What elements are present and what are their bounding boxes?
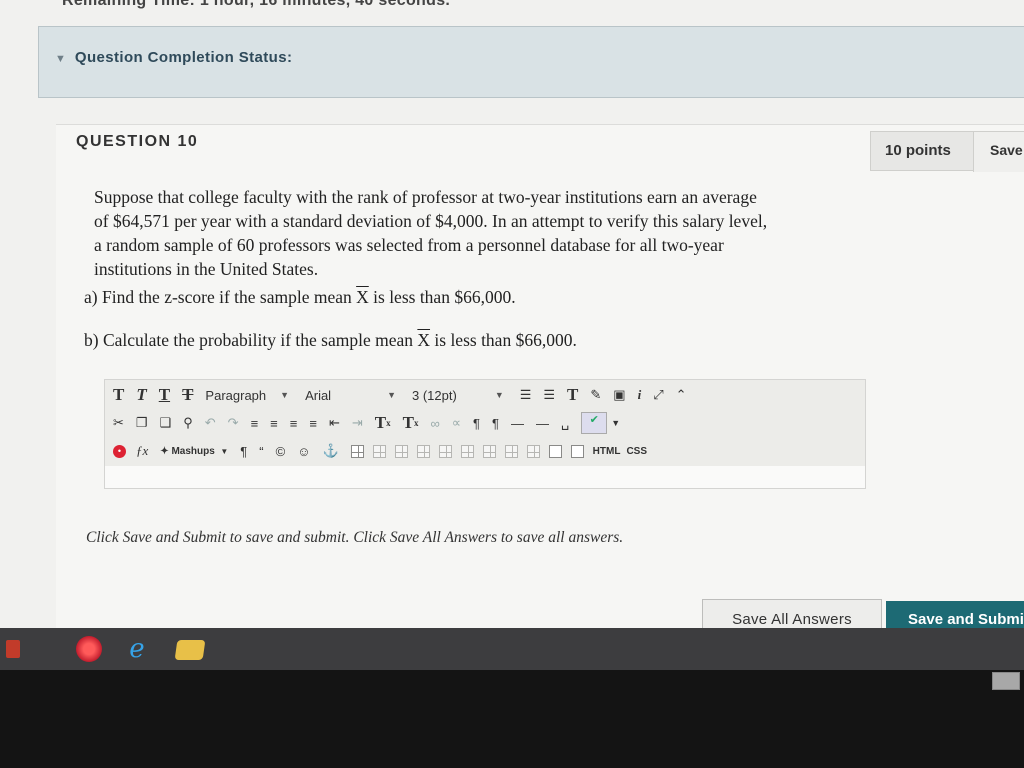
- insert-row-after-icon[interactable]: [438, 444, 452, 458]
- align-center-icon[interactable]: ≡: [270, 412, 278, 434]
- text-color-icon[interactable]: T: [567, 384, 578, 406]
- text-underline-icon[interactable]: T: [159, 384, 170, 406]
- question-part-b: b) Calculate the probability if the samp…: [84, 330, 577, 350]
- delete-row-icon[interactable]: [460, 444, 474, 458]
- preview-icon[interactable]: ▣: [613, 384, 625, 406]
- css-button[interactable]: CSS: [626, 440, 647, 462]
- question-line: institutions in the United States.: [94, 259, 319, 279]
- delete-col-icon[interactable]: [526, 444, 540, 458]
- points-box: 10 points Save Answer: [870, 131, 1024, 172]
- chevron-down-icon[interactable]: ▼: [611, 412, 620, 434]
- question-completion-status[interactable]: ▼ Question Completion Status:: [38, 26, 1024, 98]
- cut-icon[interactable]: ✂: [113, 412, 124, 434]
- redo-icon[interactable]: ↷: [228, 412, 239, 434]
- media-player-icon[interactable]: [6, 640, 20, 658]
- insert-col-before-icon[interactable]: [482, 444, 496, 458]
- question-line: Suppose that college faculty with the ra…: [94, 187, 757, 207]
- monitor-bezel: [0, 670, 1024, 768]
- internet-explorer-icon[interactable]: e: [124, 636, 150, 662]
- stop-icon[interactable]: •: [113, 444, 126, 458]
- split-cells-icon[interactable]: [570, 444, 584, 458]
- question-line: of $64,571 per year with a standard devi…: [94, 211, 768, 231]
- link-icon[interactable]: ∞: [430, 412, 439, 434]
- copy-icon[interactable]: ❐: [136, 412, 148, 434]
- question-text: Suppose that college faculty with the ra…: [94, 185, 894, 281]
- ltr-paragraph-icon[interactable]: ¶: [473, 412, 480, 434]
- chevron-down-icon: ▼: [387, 390, 396, 400]
- question-panel: QUESTION 10 10 points Save Answer Suppos…: [56, 124, 1024, 639]
- chevron-down-icon: ▼: [220, 446, 229, 456]
- file-explorer-icon[interactable]: [174, 640, 206, 660]
- eraser-icon[interactable]: ✎: [590, 384, 601, 406]
- font-select[interactable]: Arial ▼: [305, 384, 396, 406]
- itunes-icon[interactable]: [76, 636, 102, 662]
- subscript-icon[interactable]: Tx: [403, 412, 419, 434]
- mashups-select[interactable]: ✦ Mashups ▼: [160, 440, 228, 462]
- numbered-list-icon[interactable]: ☰: [543, 384, 555, 406]
- math-formula-icon[interactable]: ƒx: [136, 440, 148, 462]
- text-bold-icon[interactable]: T: [113, 384, 124, 406]
- question-title: QUESTION 10: [76, 133, 199, 150]
- test-page: Remaining Time: 1 hour, 16 minutes, 40 s…: [0, 0, 1024, 640]
- keyboard-icon[interactable]: [992, 672, 1020, 690]
- text-italic-icon[interactable]: T: [136, 384, 146, 406]
- superscript-icon[interactable]: Tx: [375, 412, 391, 434]
- footer-note: Click Save and Submit to save and submit…: [86, 529, 624, 546]
- x-bar-symbol: X: [356, 287, 369, 307]
- anchor-icon[interactable]: ⚓: [322, 440, 338, 462]
- blockquote-icon[interactable]: “: [259, 440, 263, 462]
- insert-table-icon[interactable]: [350, 444, 364, 458]
- undo-icon[interactable]: ↶: [205, 412, 216, 434]
- format-select[interactable]: Paragraph ▼: [205, 384, 289, 406]
- font-size-select[interactable]: 3 (12pt) ▼: [412, 384, 504, 406]
- save-answer-button[interactable]: Save Answer: [973, 132, 1024, 172]
- html-source-button[interactable]: HTML: [593, 440, 621, 462]
- table-row-props-icon[interactable]: [372, 444, 386, 458]
- fullscreen-icon[interactable]: ⤢: [653, 384, 663, 406]
- editor-toolbar: T T T T Paragraph ▼ Arial ▼ 3 (12pt) ▼ ☰ ☰ …: [105, 380, 865, 466]
- indent-icon[interactable]: ⇤: [329, 412, 340, 434]
- collapse-toolbar-icon[interactable]: ⌃: [676, 384, 687, 406]
- answer-editor: T T T T Paragraph ▼ Arial ▼ 3 (12pt) ▼ ☰ ☰ …: [104, 379, 866, 489]
- info-icon[interactable]: i: [638, 384, 642, 406]
- nonbreaking-space-icon[interactable]: ␣: [561, 412, 569, 434]
- answer-text-area[interactable]: [105, 466, 865, 488]
- paragraph-icon[interactable]: ¶: [240, 440, 247, 462]
- chevron-down-icon: ▼: [494, 390, 504, 400]
- find-icon[interactable]: ⚲: [183, 412, 193, 434]
- question-part-a: a) Find the z-score if the sample mean X…: [84, 287, 516, 307]
- emoticon-icon[interactable]: ☺: [297, 440, 310, 462]
- remaining-time: Remaining Time: 1 hour, 16 minutes, 40 s…: [62, 0, 451, 9]
- chevron-down-icon: ▼: [280, 390, 290, 400]
- points-value: 10 points: [885, 142, 951, 159]
- insert-col-after-icon[interactable]: [504, 444, 518, 458]
- paste-icon[interactable]: ❑: [160, 412, 172, 434]
- outdent-icon[interactable]: ⇥: [352, 412, 363, 434]
- bullet-list-icon[interactable]: ☰: [520, 384, 532, 406]
- copyright-icon[interactable]: ©: [276, 440, 286, 462]
- completion-status-label: Question Completion Status:: [74, 49, 293, 66]
- horizontal-rule-icon[interactable]: —: [511, 412, 524, 434]
- x-bar-symbol: X: [417, 330, 431, 350]
- table-cell-props-icon[interactable]: [394, 444, 408, 458]
- insert-row-before-icon[interactable]: [416, 444, 430, 458]
- unlink-icon[interactable]: ∝: [452, 412, 461, 434]
- line-icon[interactable]: —: [536, 412, 549, 434]
- align-left-icon[interactable]: ≡: [251, 412, 259, 434]
- question-line: a random sample of 60 professors was sel…: [94, 235, 724, 255]
- chevron-down-icon: ▼: [55, 53, 67, 65]
- rtl-paragraph-icon[interactable]: ¶: [492, 412, 499, 434]
- align-justify-icon[interactable]: ≡: [309, 412, 317, 434]
- taskbar: e: [0, 628, 1024, 670]
- text-strikethrough-icon[interactable]: T: [182, 384, 193, 406]
- align-right-icon[interactable]: ≡: [290, 412, 298, 434]
- spellcheck-icon[interactable]: ✔: [581, 412, 608, 434]
- merge-cells-icon[interactable]: [548, 444, 562, 458]
